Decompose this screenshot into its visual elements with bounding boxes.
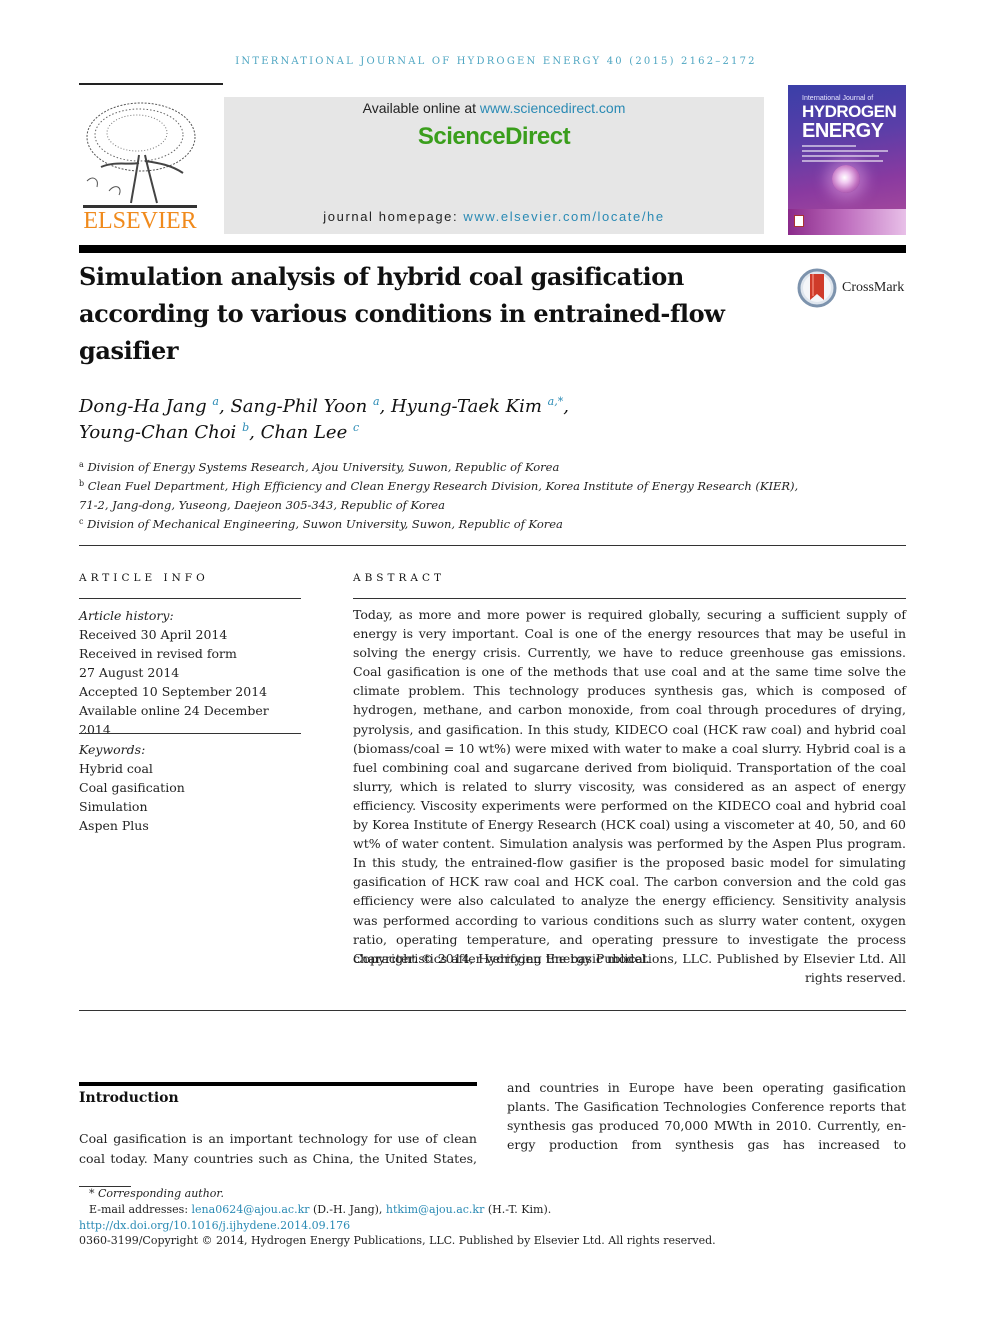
history-entry: Received 30 April 2014 <box>79 627 228 642</box>
keyword: Simulation <box>79 799 148 814</box>
masthead-rule <box>79 245 906 253</box>
available-online: Available online at www.sciencedirect.co… <box>224 100 764 116</box>
introduction-heading: Introduction <box>79 1090 179 1106</box>
affiliation-text: Division of Energy Systems Research, Ajo… <box>87 460 560 474</box>
corresponding-label: Corresponding author. <box>98 1187 224 1200</box>
author-separator: , <box>218 396 231 417</box>
journal-citation: International Journal of Hydrogen Energy… <box>235 56 757 67</box>
cover-publisher-badge <box>794 215 804 227</box>
available-online-prefix: Available online at <box>362 100 480 116</box>
keyword: Hybrid coal <box>79 761 153 776</box>
author[interactable]: Dong-Ha Jang a <box>79 396 219 417</box>
keywords-label: Keywords: <box>79 742 146 757</box>
journal-homepage: journal homepage: www.elsevier.com/locat… <box>224 209 764 224</box>
author-name: Sang-Phil Yoon <box>230 396 368 417</box>
keywords: Keywords: Hybrid coal Coal gasification … <box>79 740 301 835</box>
cover-editor-lines <box>802 145 892 165</box>
issn-copyright: 0360-3199/Copyright © 2014, Hydrogen Ene… <box>79 1234 716 1248</box>
header-rule <box>79 83 223 85</box>
cover-small-title: International Journal of <box>802 95 874 102</box>
affiliation-key: a <box>79 460 84 469</box>
email-owner: (D.-H. Jang), <box>309 1202 386 1216</box>
author-affiliation-ref[interactable]: a,* <box>548 395 564 408</box>
author[interactable]: Chan Lee c <box>261 422 360 443</box>
sciencedirect-link[interactable]: www.sciencedirect.com <box>480 100 626 116</box>
author-name: Chan Lee <box>260 422 348 443</box>
sciencedirect-banner: Available online at www.sciencedirect.co… <box>224 97 764 234</box>
author-name: Hyung-Taek Kim <box>390 396 542 417</box>
footnotes: * Corresponding author. E-mail addresses… <box>79 1186 839 1249</box>
introduction-text-right: and countries in Europe have been operat… <box>507 1080 906 1152</box>
elsevier-wordmark: ELSEVIER <box>83 208 197 234</box>
history-entry: 27 August 2014 <box>79 665 180 680</box>
corresponding-author-note: * Corresponding author. <box>79 1186 839 1202</box>
journal-homepage-link[interactable]: www.elsevier.com/locate/he <box>463 209 664 224</box>
affiliation-text: Division of Mechanical Engineering, Suwo… <box>87 517 563 531</box>
article-info-rule <box>79 598 301 599</box>
author-separator: , <box>379 396 391 417</box>
crossmark-icon <box>797 268 837 308</box>
article-title: Simulation analysis of hybrid coal gasif… <box>79 262 725 365</box>
article-info-rule <box>79 733 301 734</box>
abstract-copyright: Copyright © 2014, Hydrogen Energy Public… <box>353 951 906 986</box>
author-list: Dong-Ha Jang a, Sang-Phil Yoon a, Hyung-… <box>79 394 779 446</box>
corresponding-marker: * <box>89 1187 95 1200</box>
homepage-prefix: journal homepage: <box>323 209 464 224</box>
affiliation-key: b <box>79 479 85 488</box>
abstract-text: Today, as more and more power is require… <box>353 607 906 966</box>
email-prefix: E-mail addresses: <box>89 1202 192 1216</box>
cover-title-hydrogen: HYDROGEN <box>802 102 897 121</box>
elsevier-tree-icon <box>83 102 197 208</box>
introduction-rule <box>79 1082 477 1086</box>
email-link[interactable]: lena0624@ajou.ac.kr <box>192 1203 310 1216</box>
affiliation-text: Clean Fuel Department, High Efficiency a… <box>79 479 799 512</box>
affiliation: a Division of Energy Systems Research, A… <box>79 458 799 477</box>
elsevier-logo[interactable]: ELSEVIER <box>79 95 201 235</box>
abstract-rule <box>353 598 906 599</box>
affiliation: c Division of Mechanical Engineering, Su… <box>79 515 799 534</box>
article-history: Article history: Received 30 April 2014 … <box>79 606 301 739</box>
crossmark-label: CrossMark <box>842 280 905 295</box>
author-name: Young-Chan Choi <box>79 422 237 443</box>
cover-footer-band <box>788 209 906 235</box>
author-separator: , <box>249 422 261 443</box>
email-link[interactable]: htkim@ajou.ac.kr <box>386 1203 484 1216</box>
article-history-label: Article history: <box>79 608 174 623</box>
crossmark-button[interactable]: CrossMark <box>797 268 912 310</box>
cover-orb-graphic <box>832 165 860 193</box>
cover-title-energy: ENERGY <box>802 120 884 142</box>
affiliation-list: a Division of Energy Systems Research, A… <box>79 458 799 534</box>
author-name: Dong-Ha Jang <box>79 396 207 417</box>
doi-line: http://dx.doi.org/10.1016/j.ijhydene.201… <box>79 1218 839 1234</box>
history-entry: Accepted 10 September 2014 <box>79 684 268 699</box>
doi-link[interactable]: http://dx.doi.org/10.1016/j.ijhydene.201… <box>79 1219 350 1232</box>
author[interactable]: Sang-Phil Yoon a <box>230 396 379 417</box>
email-line: E-mail addresses: lena0624@ajou.ac.kr (D… <box>79 1202 839 1218</box>
email-owner: (H.-T. Kim). <box>484 1202 552 1216</box>
journal-cover[interactable]: International Journal of HYDROGEN ENERGY <box>788 85 906 235</box>
sciencedirect-logo[interactable]: ScienceDirect <box>224 123 764 151</box>
author-separator: , <box>563 396 569 417</box>
author[interactable]: Young-Chan Choi b <box>79 422 249 443</box>
section-divider <box>79 1010 906 1011</box>
author-affiliation-ref[interactable]: c <box>353 421 359 434</box>
abstract-heading: ABSTRACT <box>353 572 446 584</box>
article-info-heading: ARTICLE INFO <box>79 572 209 584</box>
history-entry: Received in revised form <box>79 646 237 661</box>
introduction-text-left: Coal gasification is an important techno… <box>79 1131 477 1166</box>
keyword: Coal gasification <box>79 780 185 795</box>
author[interactable]: Hyung-Taek Kim a,* <box>391 396 563 417</box>
affiliation-key: c <box>79 517 84 526</box>
affiliation: b Clean Fuel Department, High Efficiency… <box>79 477 799 515</box>
keyword: Aspen Plus <box>79 818 149 833</box>
section-divider <box>79 545 906 546</box>
